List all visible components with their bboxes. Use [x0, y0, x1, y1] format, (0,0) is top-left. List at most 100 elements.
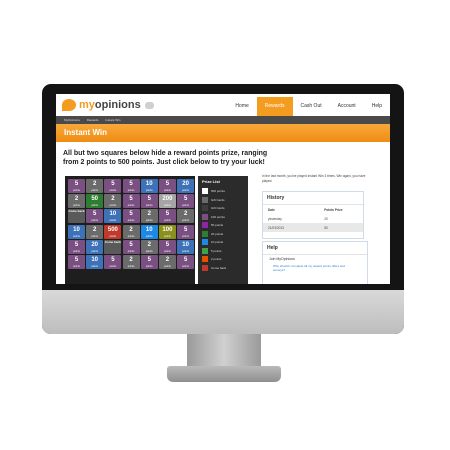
game-tile[interactable]: 5 points [104, 254, 122, 269]
game-tile[interactable]: 10 points [68, 224, 85, 239]
game-tile[interactable]: 500 points [104, 224, 122, 239]
tile-value: 5 [74, 181, 79, 187]
game-tile[interactable]: 2 points [68, 194, 85, 209]
game-tile[interactable]: 2 points [140, 209, 158, 224]
nav-help[interactable]: Help [364, 97, 390, 116]
tile-value: 5 [165, 181, 170, 187]
game-tile[interactable]: 5 points [177, 254, 195, 269]
game-tile[interactable]: 50 points [86, 194, 104, 209]
game-tile[interactable]: 2 points [158, 254, 176, 269]
tile-unit: points [182, 264, 189, 268]
prize-swatch [202, 205, 208, 212]
game-tile[interactable]: 5 points [68, 179, 85, 193]
tile-value: 5 [129, 211, 133, 218]
game-tile[interactable]: 10 points [140, 179, 158, 193]
game-tile[interactable]: 20 points [86, 239, 104, 254]
tile-unit: points [91, 189, 99, 192]
game-tile[interactable]: 2 points [177, 209, 195, 224]
prize-swatch [202, 247, 208, 254]
game-tile[interactable]: 5 points [140, 194, 158, 209]
tile-value: 10 [182, 241, 189, 248]
logo[interactable]: my opinions [62, 97, 154, 113]
nav-account[interactable]: Account [330, 97, 364, 116]
tile-value: 5 [74, 241, 79, 248]
game-tile[interactable]: 10 points [104, 209, 122, 224]
tile-value: 10 [91, 256, 99, 263]
breadcrumb-item[interactable]: MyOpinions [64, 118, 80, 122]
prize-list: Prize List 500 points Gift Cards Gift Card… [198, 176, 248, 284]
prize-swatch [202, 213, 208, 220]
game-tile[interactable]: Come back [104, 239, 122, 254]
prize-label: Come back [211, 265, 227, 270]
prize-row: Gift Cards [198, 204, 248, 213]
tile-value: 2 [147, 241, 151, 248]
game-tile[interactable]: 5 points [68, 254, 85, 269]
prize-row: 2 points [198, 255, 248, 264]
tile-value: 20 [182, 181, 189, 187]
game-tile[interactable]: 10 points [140, 224, 158, 239]
game-tile[interactable]: 5 points [86, 209, 104, 224]
game-tile[interactable]: 200 points [158, 194, 176, 209]
game-tile[interactable]: 100 points [158, 224, 176, 239]
prize-swatch [202, 196, 208, 203]
game-tile[interactable]: 5 points [177, 224, 195, 239]
game-tile[interactable]: 5 points [122, 209, 140, 224]
tile-unit: points [127, 234, 135, 238]
prize-swatch [202, 222, 208, 229]
tile-value: 5 [129, 196, 133, 203]
nav-rewards[interactable]: Rewards [256, 97, 293, 116]
game-tile[interactable]: 2 points [140, 239, 158, 254]
logo-prefix: my [79, 99, 95, 111]
tile-value: 5 [183, 196, 188, 203]
tile-value: 500 [107, 226, 118, 233]
tile-unit: points [91, 234, 99, 238]
game-tile[interactable]: 2 points [86, 224, 104, 239]
prize-label: 10 points [211, 240, 224, 245]
tile-value: 5 [74, 256, 79, 263]
tile-unit: points [145, 189, 153, 192]
nav-cash-out[interactable]: Cash Out [293, 97, 330, 116]
game-tile[interactable]: 5 points [122, 179, 140, 193]
tile-value: 5 [93, 211, 97, 218]
tile-value: 5 [183, 256, 188, 263]
tile-value: 2 [93, 226, 97, 233]
prize-label: 500 points [211, 189, 225, 194]
history-title: History [263, 192, 363, 205]
game-tile[interactable]: 5 points [104, 179, 122, 193]
game-tile[interactable]: 5 points [158, 209, 176, 224]
help-link[interactable]: Why should I complete all my reward poin… [263, 263, 367, 273]
tile-value: 2 [129, 256, 133, 263]
game-tile[interactable]: 2 points [122, 254, 140, 269]
prize-list-title: Prize List [202, 179, 220, 184]
game-tile[interactable]: 10 points [86, 254, 104, 269]
game-tile[interactable]: 5 points [68, 239, 85, 254]
game-tile[interactable]: 5 points [158, 179, 176, 193]
tile-value: 5 [129, 241, 133, 248]
game-tile[interactable]: 5 points [140, 254, 158, 269]
prize-swatch [202, 239, 208, 246]
prize-row: 20 points [198, 230, 248, 239]
game-tile[interactable]: 2 points [122, 224, 140, 239]
game-tile[interactable]: Come back [68, 209, 85, 224]
game-tile[interactable]: 10 points [177, 239, 195, 254]
game-tile[interactable]: 5 points [177, 194, 195, 209]
site-header: my opinions Home Rewards Cash Out Accoun… [56, 94, 390, 116]
breadcrumb-item[interactable]: Rewards [87, 118, 99, 122]
tile-value: 2 [111, 196, 115, 203]
logo-suffix: opinions [94, 99, 141, 111]
tile-unit: points [109, 264, 117, 268]
game-tile[interactable]: 5 points [122, 194, 140, 209]
game-tile[interactable]: 2 points [104, 194, 122, 209]
game-tile[interactable]: 2 points [86, 179, 104, 193]
tile-value: 2 [165, 256, 170, 263]
nav-home[interactable]: Home [227, 97, 256, 116]
game-tile[interactable]: 5 points [122, 239, 140, 254]
tile-unit: points [145, 234, 153, 238]
tile-value: 5 [111, 256, 115, 263]
tile-unit: points [182, 234, 189, 238]
game-tile[interactable]: 20 points [177, 179, 195, 193]
tile-unit: points [127, 204, 135, 208]
game-tile[interactable]: 5 points [158, 239, 176, 254]
table-row: yesterday 20 [263, 214, 363, 223]
tile-unit: points [145, 249, 153, 253]
